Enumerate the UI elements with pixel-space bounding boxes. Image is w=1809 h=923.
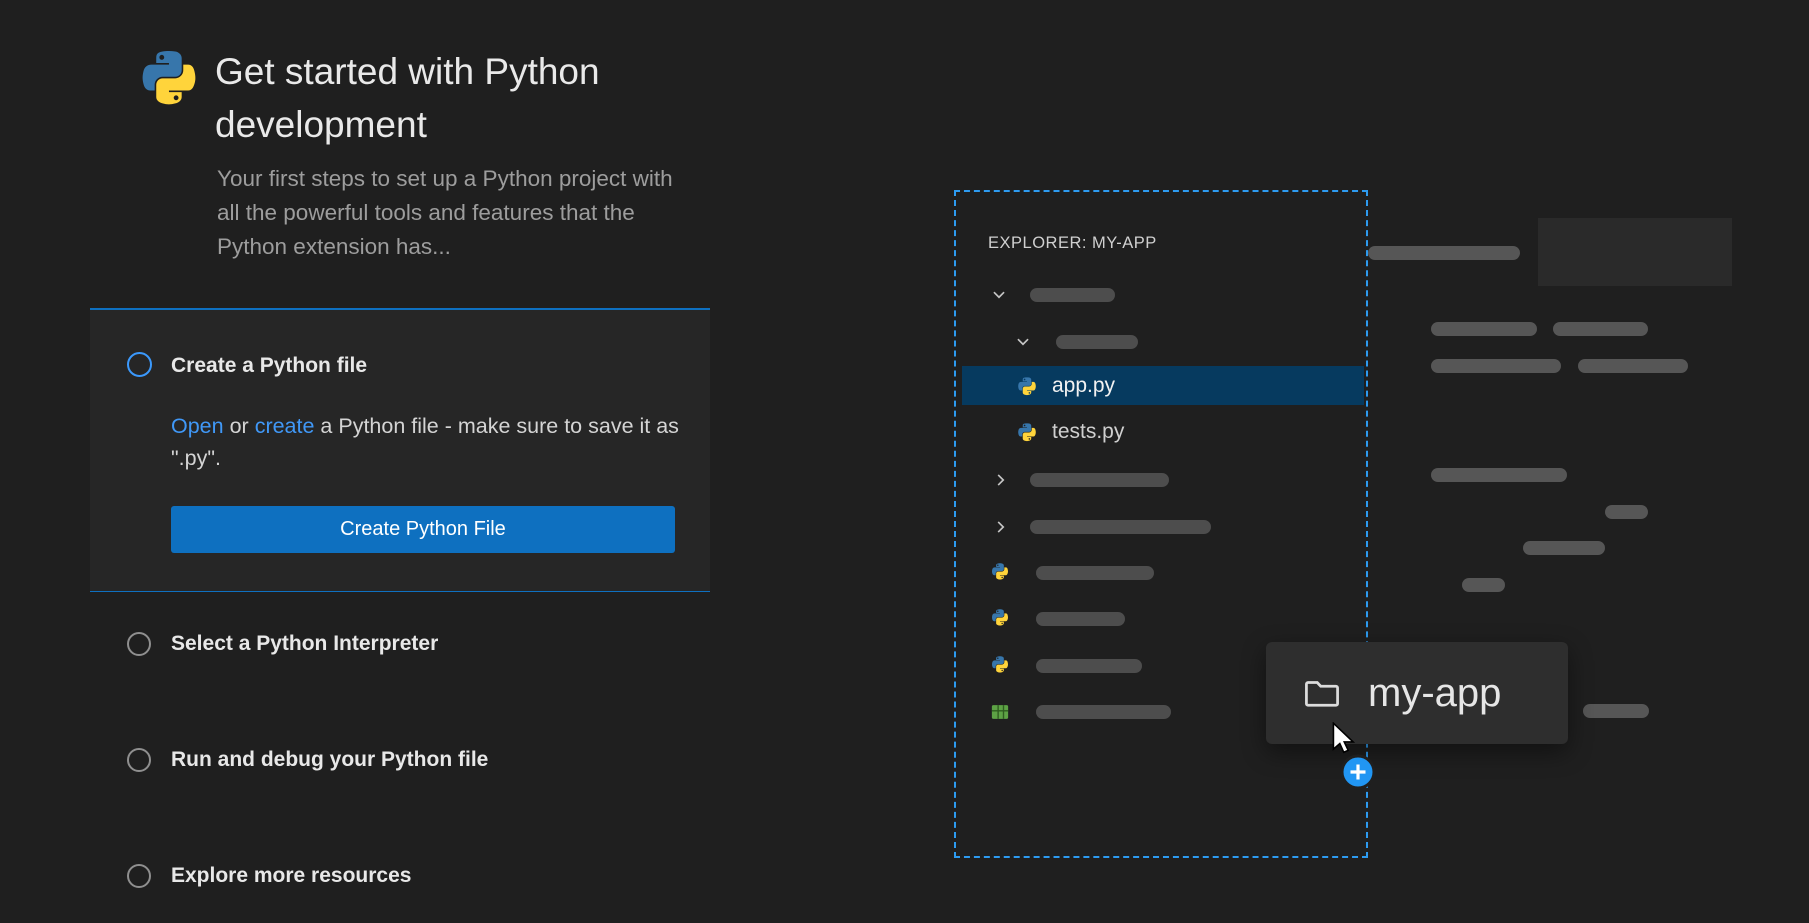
python-file-icon — [1016, 377, 1038, 399]
skeleton-bar — [1578, 359, 1688, 373]
step-label: Run and debug your Python file — [171, 748, 488, 772]
page-subtitle: Your first steps to set up a Python proj… — [217, 162, 689, 263]
python-file-icon — [990, 609, 1010, 629]
plus-badge-icon — [1340, 754, 1376, 790]
page-title: Get started with Python development — [215, 46, 685, 151]
skeleton-bar — [1030, 473, 1169, 487]
chevron-down-icon — [990, 286, 1008, 304]
drag-tooltip: my-app — [1266, 642, 1568, 744]
step-radio[interactable] — [127, 864, 151, 888]
step-explore-more-resources[interactable]: Explore more resources — [127, 862, 411, 890]
create-file-link[interactable]: create — [255, 414, 315, 438]
explorer-title: EXPLORER: MY-APP — [988, 234, 1157, 253]
cursor-icon — [1332, 722, 1357, 754]
step-radio[interactable] — [127, 748, 151, 772]
file-name: app.py — [1052, 374, 1115, 398]
skeleton-bar — [1368, 246, 1520, 260]
description-text: or — [224, 414, 255, 438]
folder-icon — [1300, 671, 1344, 715]
skeleton-bar — [1036, 705, 1171, 719]
skeleton-bar — [1036, 566, 1154, 580]
python-logo-icon — [136, 50, 202, 116]
step-label: Select a Python Interpreter — [171, 632, 438, 656]
step-radio[interactable] — [127, 632, 151, 656]
step-select-a-python-interpreter[interactable]: Select a Python Interpreter — [127, 630, 438, 658]
skeleton-bar — [1462, 578, 1505, 592]
skeleton-bar — [1431, 359, 1561, 373]
step-label: Create a Python file — [171, 354, 367, 378]
create-python-file-button[interactable]: Create Python File — [171, 506, 675, 553]
skeleton-bar — [1036, 659, 1142, 673]
skeleton-bar — [1030, 520, 1211, 534]
step-create-a-python-file[interactable]: Create a Python file Open or create a Py… — [90, 308, 710, 592]
skeleton-bar — [1030, 288, 1115, 302]
skeleton-bar — [1431, 468, 1567, 482]
chevron-down-icon — [1014, 333, 1032, 351]
step-radio[interactable] — [127, 352, 152, 377]
python-file-icon — [990, 656, 1010, 676]
python-file-icon — [990, 563, 1010, 583]
skeleton-block — [1538, 218, 1732, 286]
open-file-link[interactable]: Open — [171, 414, 224, 438]
walkthrough-page: Get started with Python development Your… — [0, 0, 1809, 923]
step-run-and-debug-your-python-file[interactable]: Run and debug your Python file — [127, 746, 488, 774]
python-file-icon — [1016, 423, 1038, 445]
step-label: Explore more resources — [171, 864, 411, 888]
skeleton-bar — [1583, 704, 1649, 718]
chevron-right-icon — [992, 518, 1010, 536]
chevron-right-icon — [992, 471, 1010, 489]
skeleton-bar — [1605, 505, 1648, 519]
skeleton-bar — [1431, 322, 1537, 336]
skeleton-bar — [1553, 322, 1648, 336]
grid-file-icon — [990, 702, 1010, 722]
skeleton-bar — [1056, 335, 1138, 349]
drag-tooltip-label: my-app — [1368, 671, 1501, 716]
skeleton-bar — [1523, 541, 1605, 555]
file-name: tests.py — [1052, 420, 1124, 444]
step-description: Open or create a Python file - make sure… — [171, 410, 681, 475]
skeleton-bar — [1036, 612, 1125, 626]
